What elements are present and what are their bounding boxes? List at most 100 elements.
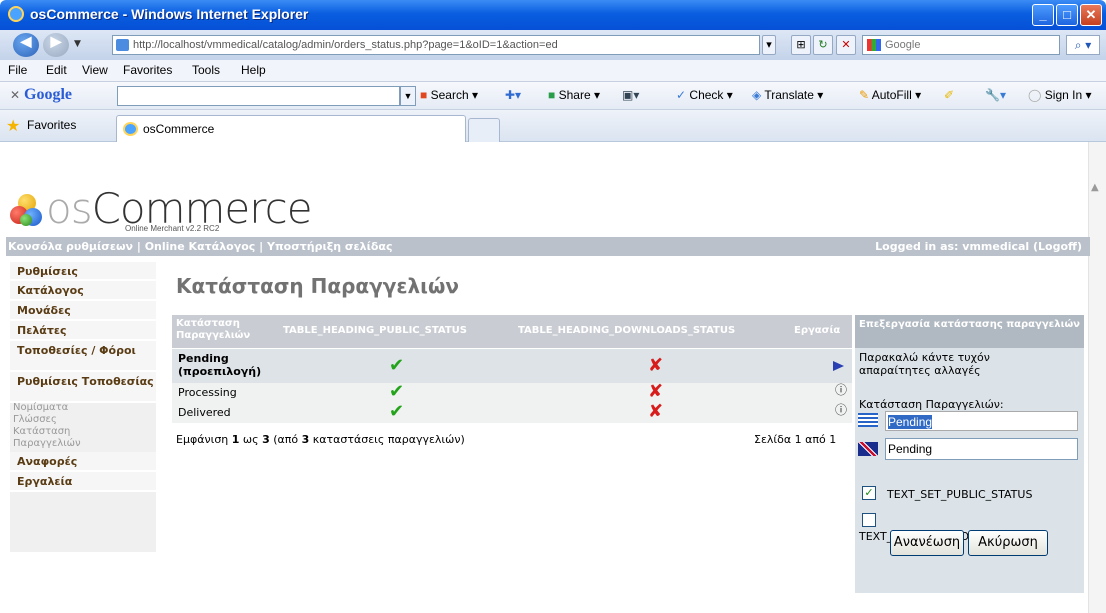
browser-window: osCommerce - Windows Internet Explorer _… — [0, 0, 1106, 613]
logo-tagline: Online Merchant v2.2 RC2 — [125, 224, 220, 233]
col-action: Εργασία — [794, 325, 841, 336]
edit-box-heading: Επεξεργασία κατάστασης παραγγελιών — [855, 315, 1084, 348]
menu-edit[interactable]: Edit — [46, 63, 67, 77]
autofill-button[interactable]: ✎ AutoFill ▾ — [859, 88, 921, 102]
ie-icon — [8, 6, 24, 22]
forward-button[interactable]: ▶ — [43, 33, 69, 57]
check-icon: ✔ — [389, 381, 405, 402]
back-button[interactable]: ◀ — [13, 33, 39, 57]
menu-bar: File Edit View Favorites Tools Help — [0, 60, 1106, 82]
translate-button[interactable]: ◈ Translate ▾ — [752, 88, 823, 102]
sidebar-icon[interactable]: ▣▾ — [622, 88, 639, 102]
google-icon — [867, 39, 881, 51]
nav-languages[interactable]: Γλώσσες — [10, 414, 156, 426]
info-icon[interactable]: ⓘ — [835, 401, 847, 418]
wrench-icon[interactable]: 🔧▾ — [985, 88, 1006, 102]
menu-help[interactable]: Help — [241, 63, 266, 77]
nav-modules[interactable]: Μονάδες — [10, 301, 156, 321]
status-input-greek[interactable]: Pending — [885, 411, 1078, 431]
menu-file[interactable]: File — [8, 63, 27, 77]
search-box[interactable]: Google — [862, 35, 1060, 55]
nav-reports[interactable]: Αναφορές — [10, 452, 156, 472]
nav-currencies[interactable]: Νομίσματα — [10, 402, 156, 414]
nav-locations-taxes[interactable]: Τοποθεσίες / Φόροι — [10, 341, 156, 372]
google-toolbar: ✕ Google ▼ ■ Search ▾ ✚▾ ■ Share ▾ ▣▾ ✓ … — [0, 82, 1106, 110]
logged-in-status[interactable]: Logged in as: vmmedical (Logoff) — [875, 240, 1082, 253]
cross-icon: ✘ — [648, 381, 664, 402]
spellcheck-icon: ✓ — [676, 88, 687, 102]
address-input[interactable]: http://localhost/vmmedical/catalog/admin… — [112, 35, 760, 55]
navigation-bar: ◀ ▶ ▼ http://localhost/vmmedical/catalog… — [0, 30, 1106, 60]
google-search-dropdown[interactable]: ▼ — [400, 86, 416, 106]
cross-icon: ✘ — [648, 355, 664, 376]
check-icon: ✔ — [389, 401, 405, 422]
logo-balls-icon — [10, 194, 42, 228]
page-icon — [116, 39, 129, 51]
stop-icon[interactable]: ✕ — [836, 35, 856, 55]
nav-orders-status[interactable]: Κατάσταση Παραγγελιών — [10, 426, 90, 450]
maximize-button[interactable]: □ — [1056, 4, 1078, 26]
search-go-button[interactable]: ⌕ ▾ — [1066, 35, 1100, 55]
sign-in-button[interactable]: ◯ Sign In ▾ — [1028, 88, 1092, 102]
update-button[interactable]: Ανανέωση — [890, 530, 964, 556]
tab-title: osCommerce — [143, 122, 215, 136]
user-icon: ◯ — [1028, 88, 1042, 102]
nav-settings[interactable]: Ρυθμίσεις — [10, 262, 156, 281]
menu-favorites[interactable]: Favorites — [123, 63, 172, 77]
highlight-icon[interactable]: ✐ — [944, 88, 954, 102]
greek-flag-icon — [858, 413, 878, 427]
uk-flag-icon — [858, 442, 878, 456]
share-button[interactable]: ■ Share ▾ — [548, 88, 600, 102]
scroll-up-icon[interactable]: ▲ — [1091, 182, 1099, 193]
url-text: http://localhost/vmmedical/catalog/admin… — [133, 39, 558, 51]
table-row[interactable]: Processing ✔ ✘ ⓘ — [172, 381, 852, 403]
window-title: osCommerce - Windows Internet Explorer — [30, 6, 309, 22]
tab-ie-icon — [123, 122, 138, 136]
toolbar-close-icon[interactable]: ✕ — [10, 88, 20, 102]
table-row[interactable]: Pending (προεπιλογή) ✔ ✘ — [172, 349, 852, 383]
cross-icon: ✘ — [648, 401, 664, 422]
info-icon[interactable]: ⓘ — [835, 381, 847, 398]
status-input-english[interactable]: Pending — [885, 438, 1078, 460]
favorites-button[interactable]: Favorites — [27, 118, 76, 132]
table-row[interactable]: Delivered ✔ ✘ ⓘ — [172, 401, 852, 423]
favorites-star-icon[interactable]: ★ — [6, 116, 20, 136]
address-dropdown-icon[interactable]: ▾ — [762, 35, 776, 55]
menu-tools[interactable]: Tools — [192, 63, 220, 77]
menu-view[interactable]: View — [82, 63, 108, 77]
pager: Σελίδα 1 από 1 — [754, 433, 837, 446]
plus-icon[interactable]: ✚▾ — [505, 88, 521, 102]
header-links[interactable]: Κονσόλα ρυθμίσεων | Online Κατάλογος | Υ… — [8, 240, 393, 253]
compatibility-icon[interactable]: ⊞ — [791, 35, 811, 55]
vertical-scrollbar[interactable]: ▲ — [1088, 142, 1106, 613]
nav-tools[interactable]: Εργαλεία — [10, 472, 156, 492]
page-content: ▲ osCommerce Online Merchant v2.2 RC2 Κο… — [0, 142, 1106, 613]
cancel-button[interactable]: Ακύρωση — [968, 530, 1048, 556]
nav-localization[interactable]: Ρυθμίσεις Τοποθεσίας — [10, 372, 156, 403]
col-status: Κατάσταση Παραγγελιών — [176, 318, 251, 341]
history-dropdown-icon[interactable]: ▼ — [74, 39, 81, 49]
selected-arrow-icon — [833, 361, 844, 371]
title-bar: osCommerce - Windows Internet Explorer _… — [0, 0, 1106, 30]
table-header: Κατάσταση Παραγγελιών TABLE_HEADING_PUBL… — [172, 315, 852, 348]
google-search-button[interactable]: ■ Search ▾ — [420, 88, 478, 102]
downloads-status-checkbox[interactable] — [862, 513, 876, 527]
google-logo: Google — [24, 86, 72, 103]
nav-catalog[interactable]: Κατάλογος — [10, 281, 156, 301]
new-tab-button[interactable] — [468, 118, 500, 142]
row-name: Processing — [178, 386, 237, 399]
status-label: Κατάσταση Παραγγελιών: — [859, 398, 1004, 411]
favorites-bar: ★ Favorites osCommerce — [0, 110, 1106, 142]
nav-customers[interactable]: Πελάτες — [10, 321, 156, 341]
check-button[interactable]: ✓ Check ▾ — [676, 88, 733, 102]
refresh-icon[interactable]: ↻ — [813, 35, 833, 55]
header-bar: Κονσόλα ρυθμίσεων | Online Κατάλογος | Υ… — [6, 237, 1090, 256]
google-search-input[interactable] — [117, 86, 400, 106]
minimize-button[interactable]: _ — [1032, 4, 1054, 26]
col-downloads-status: TABLE_HEADING_DOWNLOADS_STATUS — [518, 325, 736, 336]
results-count: Εμφάνιση 1 ως 3 (από 3 καταστάσεις παραγ… — [176, 433, 465, 446]
tab-oscommerce[interactable]: osCommerce — [116, 115, 466, 142]
public-status-checkbox[interactable]: ✓ — [862, 486, 876, 500]
search-placeholder: Google — [885, 39, 921, 51]
close-button[interactable]: ✕ — [1080, 4, 1102, 26]
